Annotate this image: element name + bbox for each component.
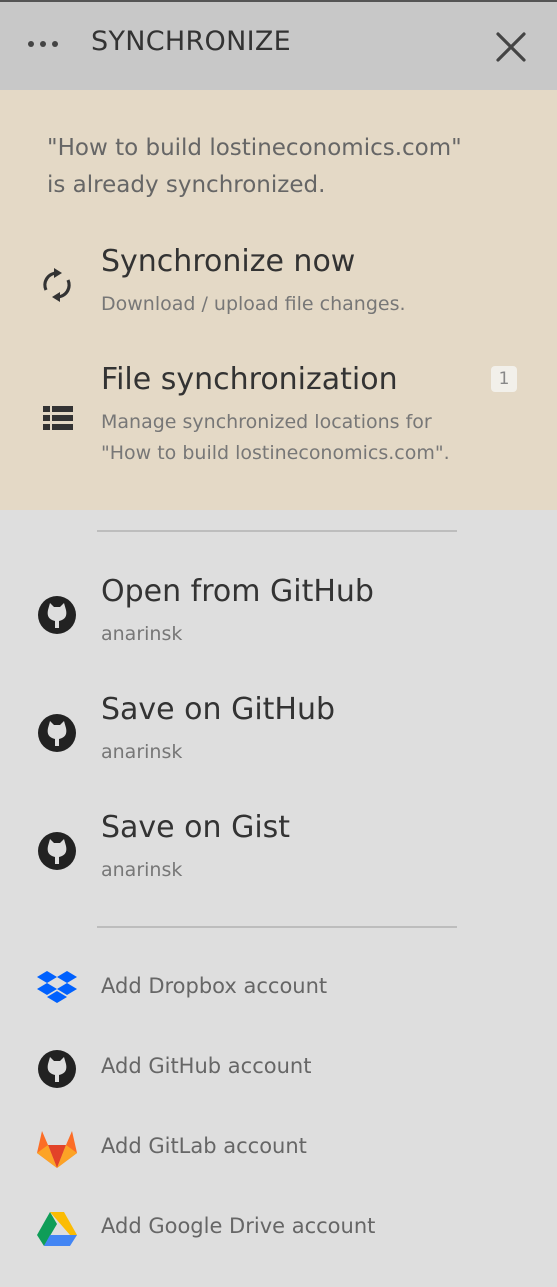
github-icon xyxy=(37,713,77,757)
more-dots-icon[interactable] xyxy=(26,35,60,53)
close-icon[interactable] xyxy=(494,30,528,64)
sync-status-text: "How to build lostineconomics.com" is al… xyxy=(47,130,527,204)
add-github-account-label: Add GitHub account xyxy=(101,1054,312,1078)
synchronize-now-title: Synchronize now xyxy=(101,244,356,279)
divider xyxy=(97,530,457,532)
open-from-github-button[interactable]: Open from GitHub anarinsk xyxy=(0,570,557,655)
add-google-drive-account-button[interactable]: Add Google Drive account xyxy=(0,1206,557,1250)
google-drive-icon xyxy=(36,1211,78,1251)
sync-status-line2: is already synchronized. xyxy=(47,172,326,198)
save-on-gist-account: anarinsk xyxy=(101,859,183,881)
open-from-github-account: anarinsk xyxy=(101,623,183,645)
add-gitlab-account-label: Add GitLab account xyxy=(101,1134,307,1158)
github-icon xyxy=(37,831,77,875)
add-google-drive-account-label: Add Google Drive account xyxy=(101,1214,376,1238)
file-synchronization-subtitle-line1: Manage synchronized locations for xyxy=(101,411,432,433)
add-dropbox-account-label: Add Dropbox account xyxy=(101,974,328,998)
synchronize-now-subtitle: Download / upload file changes. xyxy=(101,293,406,315)
panel-header: SYNCHRONIZE xyxy=(0,2,557,90)
open-from-github-title: Open from GitHub xyxy=(101,574,374,609)
gitlab-icon xyxy=(36,1129,78,1173)
add-gitlab-account-button[interactable]: Add GitLab account xyxy=(0,1126,557,1170)
save-on-github-button[interactable]: Save on GitHub anarinsk xyxy=(0,688,557,773)
save-on-github-account: anarinsk xyxy=(101,741,183,763)
panel-title: SYNCHRONIZE xyxy=(91,26,292,57)
file-synchronization-button[interactable]: File synchronization Manage synchronized… xyxy=(0,358,557,473)
sync-status-line1: "How to build lostineconomics.com" xyxy=(47,135,462,161)
divider xyxy=(97,926,457,928)
github-icon xyxy=(37,595,77,639)
synchronize-panel: SYNCHRONIZE "How to build lostineconomic… xyxy=(0,0,557,1287)
save-on-gist-title: Save on Gist xyxy=(101,810,291,845)
locations-count-badge: 1 xyxy=(491,366,517,392)
github-icon xyxy=(37,1049,77,1093)
file-synchronization-title: File synchronization xyxy=(101,362,398,397)
sync-icon xyxy=(42,268,72,306)
file-synchronization-subtitle-line2: "How to build lostineconomics.com". xyxy=(101,442,450,464)
save-on-github-title: Save on GitHub xyxy=(101,692,336,727)
save-on-gist-button[interactable]: Save on Gist anarinsk xyxy=(0,806,557,891)
list-icon xyxy=(43,406,73,434)
add-dropbox-account-button[interactable]: Add Dropbox account xyxy=(0,966,557,1010)
add-github-account-button[interactable]: Add GitHub account xyxy=(0,1046,557,1090)
synchronize-now-button[interactable]: Synchronize now Download / upload file c… xyxy=(0,240,557,330)
dropbox-icon xyxy=(36,969,78,1011)
